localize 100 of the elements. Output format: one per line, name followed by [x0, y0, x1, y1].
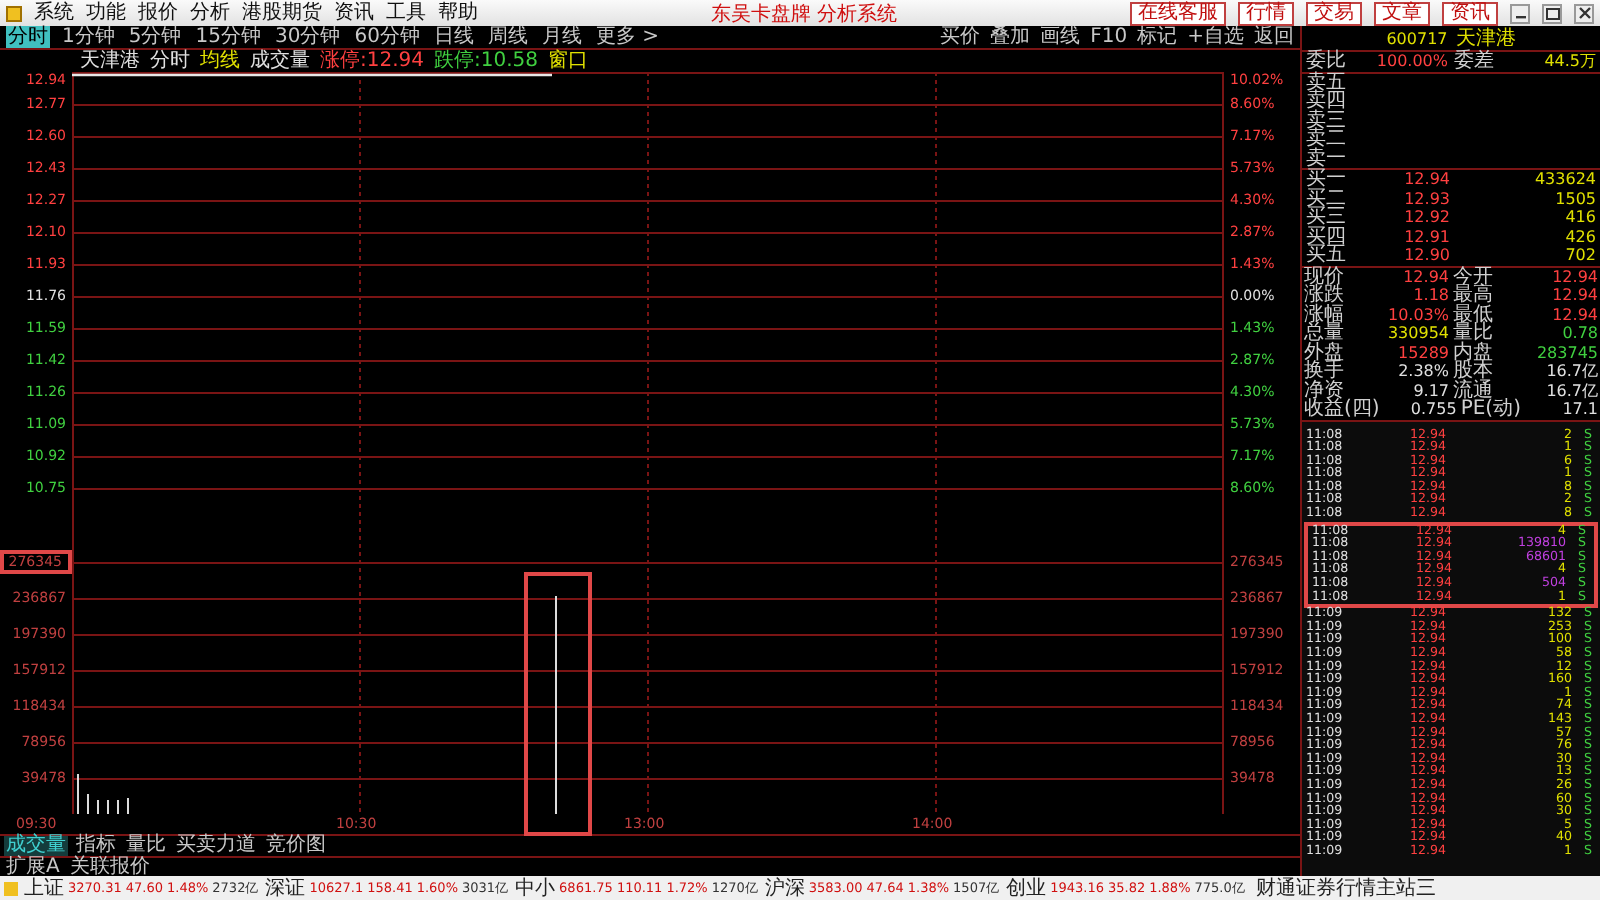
stat-label: 内盘 — [1453, 343, 1493, 362]
header-button[interactable]: 行情 — [1238, 1, 1294, 25]
chart-legend-text: 涨停:12.94 — [320, 50, 424, 72]
stock-code: 600717 — [1386, 29, 1448, 47]
menu-item[interactable]: 资讯 — [334, 1, 374, 25]
index-name: 创业 — [1006, 875, 1047, 900]
period-tab[interactable]: 30分钟 — [272, 26, 343, 48]
period-tab[interactable]: 15分钟 — [193, 26, 263, 48]
stat-label: 涨幅 — [1304, 305, 1344, 324]
stat-value: 12.94 — [1550, 305, 1598, 324]
extension-tab[interactable]: 扩展A — [4, 858, 62, 878]
ask-label: 卖五 — [1306, 73, 1348, 92]
menu-item[interactable]: 港股期货 — [242, 1, 322, 25]
menu-item[interactable]: 系统 — [34, 1, 74, 25]
period-tab[interactable]: 60分钟 — [352, 26, 422, 48]
chart-legend-text: 均线 — [200, 50, 240, 72]
bid-volume: 416 — [1563, 208, 1596, 227]
stat-value: 1.18 — [1411, 286, 1451, 305]
chart-legend-text: 天津港 — [80, 50, 140, 72]
toolbar-button[interactable]: 叠加 — [990, 26, 1031, 48]
stat-value: 330954 — [1385, 324, 1451, 343]
extension-tab[interactable]: 关联报价 — [67, 858, 152, 878]
toolbar-button[interactable]: +自选 — [1187, 26, 1244, 48]
window-title: 东吴卡盘牌 分析系统 — [708, 1, 900, 27]
quote-value: 100.00% — [1374, 52, 1448, 71]
toolbar-button[interactable]: 标记 — [1137, 26, 1178, 48]
header-button[interactable]: 在线客服 — [1130, 1, 1226, 25]
stat-value: 9.17 — [1411, 381, 1451, 400]
header-button[interactable]: 文章 — [1374, 1, 1430, 25]
stat-label: 涨跌 — [1304, 286, 1344, 305]
bid-price: 12.90 — [1402, 246, 1450, 265]
stat-value: 283745 — [1534, 343, 1598, 362]
chart-legend-text: 成交量 — [250, 50, 310, 72]
stat-value: 16.7亿 — [1544, 362, 1598, 381]
restore-icon[interactable] — [1542, 3, 1562, 23]
chart-legend-text: 跌停:10.58 — [434, 50, 538, 72]
bid-volume: 1505 — [1553, 189, 1596, 208]
indicator-tab[interactable]: 成交量 — [4, 836, 68, 856]
bid-volume: 702 — [1563, 246, 1596, 265]
indicator-tab[interactable]: 指标 — [74, 836, 118, 856]
bid-label: 买一 — [1306, 170, 1348, 189]
menu-item[interactable]: 帮助 — [438, 1, 478, 25]
index-name: 沪深 — [764, 875, 805, 900]
stat-value: 12.94 — [1550, 286, 1598, 305]
period-tab[interactable]: 5分钟 — [126, 26, 184, 48]
toolbar-button[interactable]: F10 — [1090, 26, 1128, 48]
minimize-icon[interactable] — [1510, 3, 1530, 23]
app-logo-icon — [6, 5, 22, 21]
stat-label: 流通 — [1453, 381, 1493, 400]
ask-label: 卖二 — [1306, 130, 1348, 149]
quote-label: 委差 — [1454, 52, 1494, 71]
bid-price: 12.93 — [1402, 189, 1450, 208]
menu-item[interactable]: 分析 — [190, 1, 230, 25]
market-icon — [4, 881, 18, 895]
bid-volume: 426 — [1563, 227, 1596, 246]
header-button[interactable]: 交易 — [1306, 1, 1362, 25]
period-tab[interactable]: 1分钟 — [60, 26, 117, 48]
chart-legend-text: 窗口 — [548, 50, 588, 72]
toolbar-button[interactable]: 买价 — [940, 26, 981, 48]
menu-item[interactable]: 报价 — [138, 1, 178, 25]
bid-label: 买二 — [1306, 189, 1348, 208]
stat-label: 总量 — [1304, 324, 1344, 343]
bid-price: 12.91 — [1402, 227, 1450, 246]
period-tab[interactable]: 日线 — [431, 26, 476, 48]
stat-value: 2.38% — [1396, 362, 1451, 381]
stat-label: 量比 — [1453, 324, 1493, 343]
ask-label: 卖三 — [1306, 111, 1348, 130]
bid-label: 买五 — [1306, 246, 1348, 265]
indicator-tab[interactable]: 竞价图 — [264, 836, 328, 856]
server-name: 财通证券行情主站三 — [1255, 875, 1436, 900]
stat-value: 17.1 — [1560, 400, 1598, 419]
stat-value: 0.78 — [1560, 324, 1598, 343]
period-tab[interactable]: 更多 > — [593, 26, 662, 48]
header-button[interactable]: 资讯 — [1442, 1, 1498, 25]
stat-label: 最高 — [1453, 286, 1493, 305]
period-tab[interactable]: 分时 — [6, 26, 50, 48]
stat-label: 外盘 — [1304, 343, 1344, 362]
stat-label: 收益(四) — [1304, 400, 1380, 419]
index-name: 上证 — [24, 875, 64, 900]
quote-value: 44.5万 — [1542, 52, 1596, 71]
toolbar-button[interactable]: 画线 — [1040, 26, 1081, 48]
indicator-tab[interactable]: 买卖力道 — [174, 836, 258, 856]
close-icon[interactable] — [1574, 3, 1594, 23]
toolbar-button[interactable]: 返回 — [1254, 26, 1294, 48]
stat-label: 净资 — [1304, 381, 1344, 400]
stat-label: 换手 — [1304, 362, 1344, 381]
stat-label: 股本 — [1453, 362, 1493, 381]
period-tab[interactable]: 月线 — [539, 26, 584, 48]
period-tab[interactable]: 周线 — [485, 26, 530, 48]
bid-price: 12.92 — [1402, 208, 1450, 227]
stat-value: 0.755 — [1408, 400, 1459, 419]
indicator-tab[interactable]: 量比 — [124, 836, 168, 856]
menu-item[interactable]: 功能 — [86, 1, 126, 25]
stat-label: 现价 — [1304, 267, 1344, 286]
bid-label: 买四 — [1306, 227, 1348, 246]
quote-label: 委比 — [1306, 52, 1346, 71]
menu-item[interactable]: 工具 — [386, 1, 426, 25]
index-name: 中小 — [515, 875, 556, 900]
ask-label: 卖四 — [1306, 92, 1348, 111]
stat-value: 15289 — [1396, 343, 1451, 362]
